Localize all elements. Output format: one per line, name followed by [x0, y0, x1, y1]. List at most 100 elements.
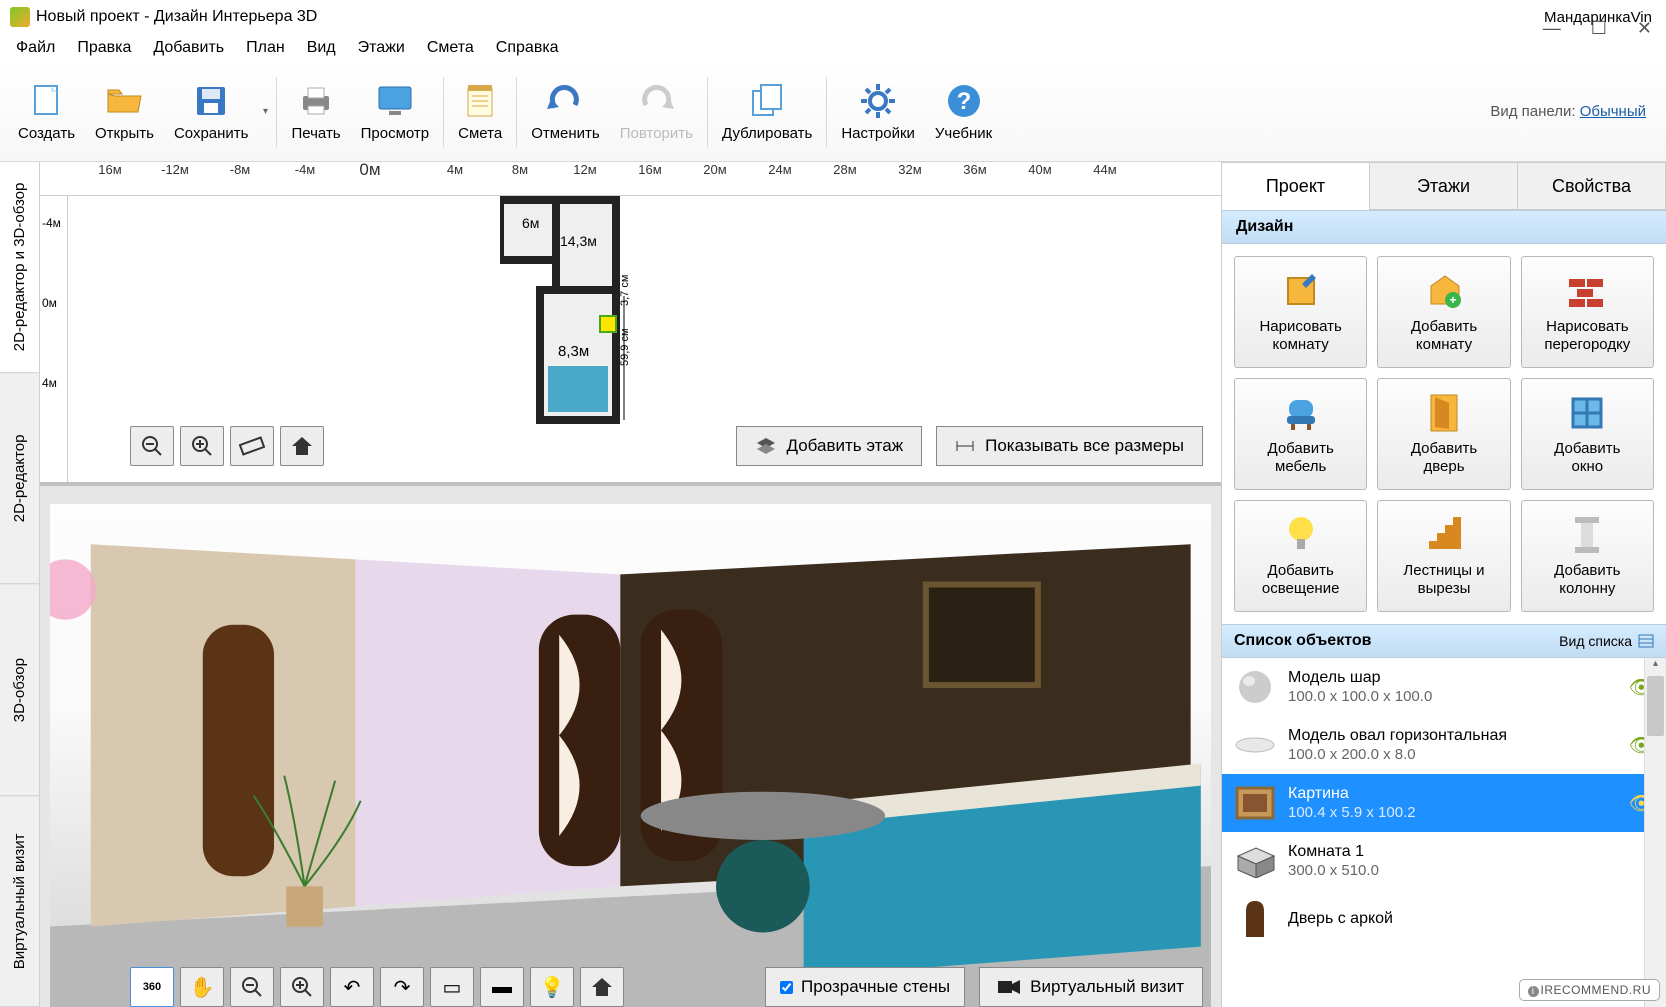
add-floor-button[interactable]: Добавить этаж	[736, 426, 923, 466]
add-column-button[interactable]: Добавитьколонну	[1521, 500, 1654, 612]
window-title: Новый проект - Дизайн Интерьера 3D	[36, 8, 1544, 26]
duplicate-button[interactable]: Дублировать	[712, 72, 822, 152]
monitor-icon	[375, 81, 415, 121]
rtab-project[interactable]: Проект	[1222, 162, 1370, 210]
watermark: iIRECOMMEND.RU	[1519, 979, 1660, 1001]
floor-plan[interactable]: 6м 14,3м 8,3м 59,9 cм 3,7 cм	[500, 196, 660, 426]
open-button[interactable]: Открыть	[85, 72, 164, 152]
plan-2d-view[interactable]: -4м 0м 4м 6м 14,3м 8,3м 59,9 cм 3,7 cм	[40, 196, 1221, 486]
notepad-icon	[460, 81, 500, 121]
rtab-properties[interactable]: Свойства	[1518, 162, 1666, 210]
pan-button[interactable]: ✋	[180, 967, 224, 1007]
camera-icon	[998, 979, 1020, 995]
scroll-thumb[interactable]	[1647, 676, 1664, 736]
stairs-button[interactable]: Лестницы ивырезы	[1377, 500, 1510, 612]
save-dropdown[interactable]: ▾	[258, 106, 272, 117]
estimate-button[interactable]: Смета	[448, 72, 512, 152]
minimize-icon[interactable]: —	[1543, 18, 1561, 39]
redo-button[interactable]: Повторить	[610, 72, 703, 152]
arch-door-icon	[1234, 898, 1276, 940]
bulb-icon	[1280, 514, 1322, 556]
room-area-2: 14,3м	[560, 233, 597, 249]
home-button[interactable]	[280, 426, 324, 466]
sidetab-2d3d[interactable]: 2D-редактор и 3D-обзор	[0, 162, 39, 373]
window-controls: — ☐ ✕	[1535, 18, 1660, 39]
draw-room-button[interactable]: Нарисоватькомнату	[1234, 256, 1367, 368]
add-door-button[interactable]: Добавитьдверь	[1377, 378, 1510, 490]
view-3d[interactable]: 360 ✋ ↶ ↷ ▭ ▬ 💡 Прозрачные стены Виртуал…	[40, 486, 1221, 1007]
bricks-icon	[1566, 270, 1608, 312]
rotate-right-button[interactable]: ↷	[380, 967, 424, 1007]
transparent-walls-checkbox[interactable]: Прозрачные стены	[765, 967, 965, 1007]
orbit-360-button[interactable]: 360	[130, 967, 174, 1007]
help-icon: ?	[944, 81, 984, 121]
picture-icon	[1234, 782, 1276, 824]
draw-partition-button[interactable]: Нарисоватьперегородку	[1521, 256, 1654, 368]
sidetab-2d[interactable]: 2D-редактор	[0, 373, 39, 584]
menu-plan[interactable]: План	[236, 36, 295, 60]
menu-edit[interactable]: Правка	[67, 36, 141, 60]
create-button[interactable]: Создать	[8, 72, 85, 152]
save-button[interactable]: Сохранить	[164, 72, 259, 152]
add-window-button[interactable]: Добавитьокно	[1521, 378, 1654, 490]
chair-icon	[1280, 392, 1322, 434]
objects-scrollbar[interactable]: ▴ ▾	[1644, 658, 1666, 1007]
virtual-visit-button[interactable]: Виртуальный визит	[979, 967, 1203, 1007]
panel-view-link[interactable]: Обычный	[1580, 103, 1646, 120]
zoom-out-button[interactable]	[130, 426, 174, 466]
menu-estimate[interactable]: Смета	[417, 36, 484, 60]
rotate-left-button[interactable]: ↶	[330, 967, 374, 1007]
undo-button[interactable]: Отменить	[521, 72, 610, 152]
menu-help[interactable]: Справка	[486, 36, 569, 60]
preview-button[interactable]: Просмотр	[351, 72, 440, 152]
add-room-button[interactable]: +Добавитькомнату	[1377, 256, 1510, 368]
rtab-floors[interactable]: Этажи	[1370, 162, 1518, 210]
walls-up-button[interactable]: ▭	[430, 967, 474, 1007]
add-lighting-button[interactable]: Добавитьосвещение	[1234, 500, 1367, 612]
door-icon	[1423, 392, 1465, 434]
add-furniture-button[interactable]: Добавитьмебель	[1234, 378, 1367, 490]
show-dimensions-button[interactable]: Показывать все размеры	[936, 426, 1203, 466]
light-toggle-button[interactable]: 💡	[530, 967, 574, 1007]
maximize-icon[interactable]: ☐	[1591, 18, 1607, 39]
window-icon	[1566, 392, 1608, 434]
sidetab-virtual[interactable]: Виртуальный визит	[0, 796, 39, 1007]
tutorial-button[interactable]: ?Учебник	[925, 72, 1002, 152]
layers-icon	[755, 436, 777, 456]
app-icon	[10, 7, 30, 27]
room-area-1: 6м	[522, 215, 539, 231]
sidetab-3d[interactable]: 3D-обзор	[0, 585, 39, 796]
zoom-in-3d-button[interactable]	[280, 967, 324, 1007]
list-mode-toggle[interactable]: Вид списка	[1559, 633, 1654, 649]
scroll-up-icon[interactable]: ▴	[1645, 658, 1666, 676]
objects-list: Модель шар100.0 x 100.0 x 100.0 👁 Модель…	[1222, 658, 1666, 1007]
object-item[interactable]: Модель овал горизонтальная100.0 x 200.0 …	[1222, 716, 1666, 774]
svg-text:?: ?	[956, 88, 971, 115]
settings-button[interactable]: Настройки	[831, 72, 925, 152]
menu-view[interactable]: Вид	[297, 36, 346, 60]
zoom-in-button[interactable]	[180, 426, 224, 466]
dimensions-icon	[955, 437, 975, 455]
menu-add[interactable]: Добавить	[143, 36, 234, 60]
object-item[interactable]: Комната 1300.0 x 510.0	[1222, 832, 1666, 890]
view-3d-tools: 360 ✋ ↶ ↷ ▭ ▬ 💡	[130, 967, 624, 1007]
design-header: Дизайн	[1222, 210, 1666, 244]
object-item[interactable]: Модель шар100.0 x 100.0 x 100.0 👁	[1222, 658, 1666, 716]
measure-button[interactable]	[230, 426, 274, 466]
add-room-icon: +	[1423, 270, 1465, 312]
walls-down-button[interactable]: ▬	[480, 967, 524, 1007]
zoom-out-3d-button[interactable]	[230, 967, 274, 1007]
menu-file[interactable]: Файл	[6, 36, 65, 60]
object-item[interactable]: Дверь с аркой	[1222, 890, 1666, 948]
close-icon[interactable]: ✕	[1637, 18, 1652, 39]
object-item[interactable]: Картина100.4 x 5.9 x 100.2 👁	[1222, 774, 1666, 832]
menu-floors[interactable]: Этажи	[348, 36, 415, 60]
print-button[interactable]: Печать	[281, 72, 350, 152]
toolbar: Создать Открыть Сохранить ▾ Печать Просм…	[0, 62, 1666, 162]
design-grid: Нарисоватькомнату +Добавитькомнату Нарис…	[1222, 244, 1666, 624]
right-tabs: Проект Этажи Свойства	[1222, 162, 1666, 210]
ruler-horizontal: 16м -12м -8м -4м 0м 4м 8м 12м 16м 20м 24…	[40, 162, 1221, 196]
home-3d-button[interactable]	[580, 967, 624, 1007]
folder-open-icon	[104, 81, 144, 121]
room-icon	[1234, 840, 1276, 882]
